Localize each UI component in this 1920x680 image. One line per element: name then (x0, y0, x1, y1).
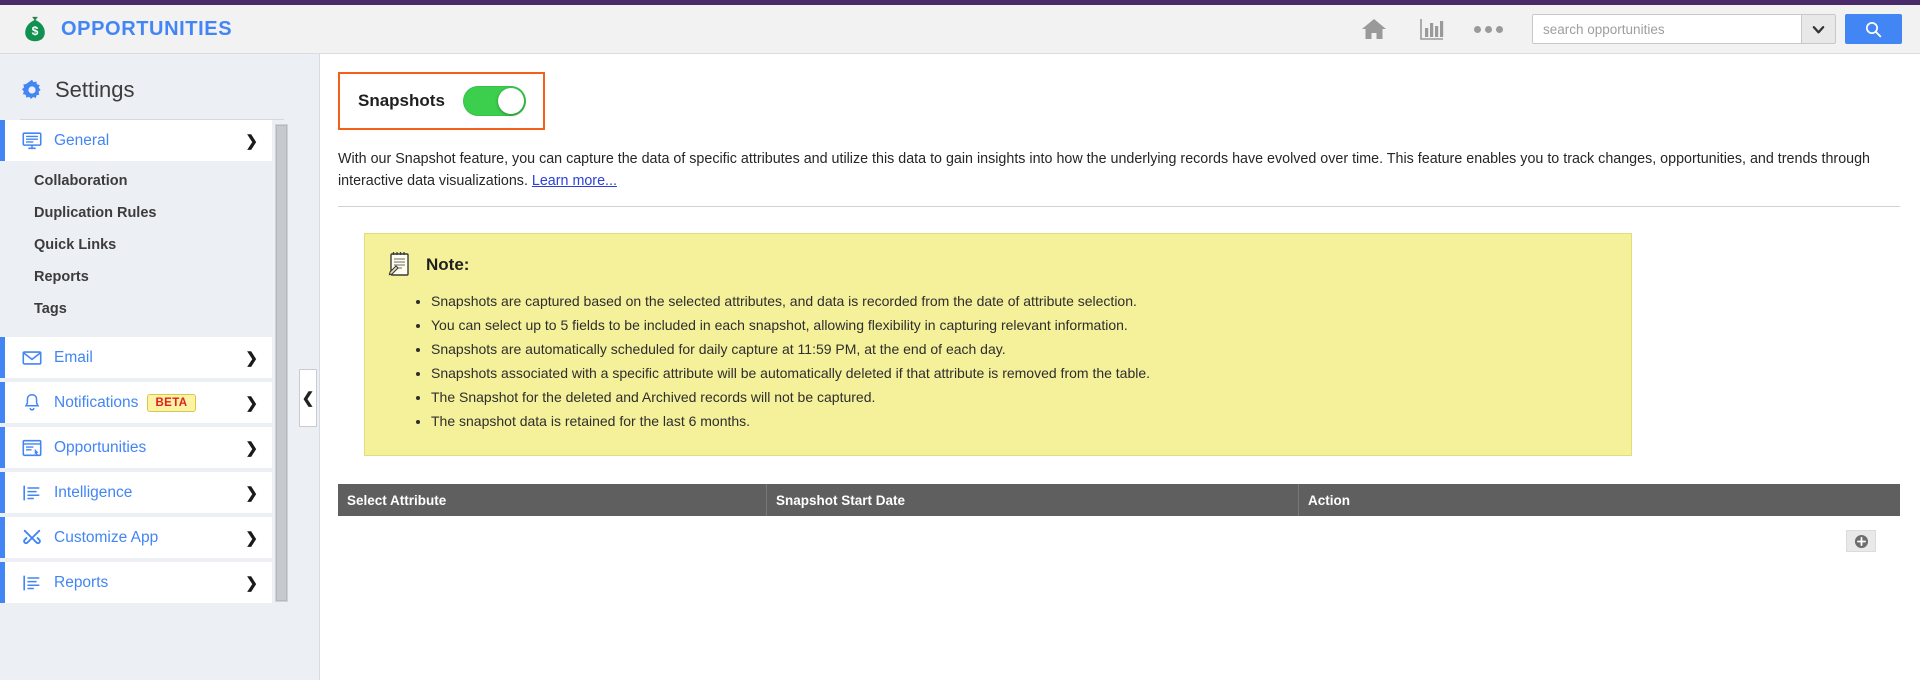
sidebar-item-label: Opportunities (54, 438, 147, 456)
app-title: OPPORTUNITIES (61, 17, 233, 40)
chevron-right-icon: ❯ (245, 394, 258, 412)
dot (1496, 25, 1503, 33)
settings-sidebar: Settings General ❯ Collaboration Duplica… (0, 54, 296, 680)
search-scope-dropdown[interactable] (1801, 15, 1835, 43)
learn-more-link[interactable]: Learn more... (532, 173, 617, 189)
gear-icon (21, 79, 41, 99)
note-bullet: Snapshots are automatically scheduled fo… (431, 339, 1611, 361)
beta-badge: BETA (147, 393, 196, 412)
bar-chart-icon[interactable] (1417, 15, 1445, 43)
body-row: Settings General ❯ Collaboration Duplica… (0, 54, 1920, 680)
note-bullet: Snapshots associated with a specific att… (431, 363, 1611, 385)
brand: $ OPPORTUNITIES (20, 14, 232, 44)
sidebar-item-collaboration[interactable]: Collaboration (0, 165, 272, 197)
sidebar-item-label: Reports (54, 573, 109, 591)
note-bullet: Snapshots are captured based on the sele… (431, 291, 1611, 313)
snapshots-table: Select Attribute Snapshot Start Date Act… (338, 484, 1900, 572)
search-box (1532, 14, 1836, 44)
sidebar-item-label: Intelligence (54, 483, 133, 501)
sidebar-collapse-handle[interactable]: ❮ (299, 369, 317, 427)
envelope-icon (22, 350, 42, 365)
sidebar-scroll-area: General ❯ Collaboration Duplication Rule… (0, 120, 296, 640)
note-bullet-list: Snapshots are captured based on the sele… (431, 291, 1611, 433)
bell-icon (24, 393, 40, 411)
add-snapshot-button[interactable] (1846, 530, 1876, 552)
note-bullet: The snapshot data is retained for the la… (431, 411, 1611, 433)
sidebar-scrollbar-thumb[interactable] (276, 125, 287, 601)
dot (1485, 25, 1492, 33)
search-button[interactable] (1845, 14, 1902, 44)
table-header-row: Select Attribute Snapshot Start Date Act… (338, 484, 1900, 516)
sidebar-list: General ❯ Collaboration Duplication Rule… (0, 120, 296, 603)
sidebar-item-label: Customize App (54, 528, 159, 546)
chevron-right-icon: ❯ (245, 484, 258, 502)
sidebar-item-general[interactable]: General ❯ (0, 120, 272, 161)
snapshots-label: Snapshots (358, 91, 445, 110)
note-header: Note: (387, 250, 1611, 279)
main-content: Snapshots With our Snapshot feature, you… (320, 54, 1920, 680)
sidebar-item-reports-group[interactable]: Reports ❯ (0, 562, 272, 603)
dot (1474, 25, 1481, 33)
chevron-right-icon: ❯ (245, 529, 258, 547)
sidebar-item-notifications[interactable]: Notifications BETA ❯ (0, 382, 272, 423)
sidebar-item-label: Email (54, 348, 93, 366)
list-icon (23, 575, 40, 590)
sidebar-item-intelligence[interactable]: Intelligence ❯ (0, 472, 272, 513)
sidebar-title: Settings (55, 77, 135, 102)
sidebar-header: Settings (0, 54, 296, 119)
chevron-down-icon (1812, 25, 1825, 33)
monitor-icon (22, 131, 42, 149)
list-icon (23, 485, 40, 500)
snapshots-description: With our Snapshot feature, you can captu… (338, 148, 1896, 192)
search-input[interactable] (1533, 15, 1801, 43)
money-bag-icon: $ (25, 16, 45, 42)
column-header-snapshot-start-date: Snapshot Start Date (766, 484, 1298, 516)
sidebar-item-tags[interactable]: Tags (0, 293, 272, 325)
svg-text:$: $ (32, 24, 39, 38)
column-header-select-attribute: Select Attribute (347, 492, 447, 508)
sidebar-item-label: General (54, 131, 110, 149)
table-body (338, 516, 1900, 572)
app-header: $ OPPORTUNITIES (0, 5, 1920, 54)
note-bullet: You can select up to 5 fields to be incl… (431, 315, 1611, 337)
note-box: Note: Snapshots are captured based on th… (364, 233, 1632, 456)
sidebar-item-opportunities[interactable]: Opportunities ❯ (0, 427, 272, 468)
sidebar-item-duplication-rules[interactable]: Duplication Rules (0, 197, 272, 229)
plus-circle-icon (1854, 534, 1868, 548)
sidebar-item-email[interactable]: Email ❯ (0, 337, 272, 378)
note-bullet: The Snapshot for the deleted and Archive… (431, 387, 1611, 409)
sidebar-item-customize-app[interactable]: Customize App ❯ (0, 517, 272, 558)
sidebar-item-reports[interactable]: Reports (0, 261, 272, 293)
header-icon-group (1360, 15, 1503, 43)
more-options-icon[interactable] (1474, 25, 1503, 33)
sidebar-scrollbar[interactable] (275, 124, 288, 602)
search-icon (1865, 21, 1882, 37)
chevron-right-icon: ❯ (245, 132, 258, 150)
chevron-right-icon: ❯ (245, 349, 258, 367)
snapshots-toggle-panel: Snapshots (338, 72, 545, 130)
notepad-icon (388, 252, 409, 276)
content-divider (338, 206, 1900, 207)
tools-icon (23, 529, 41, 544)
chevron-left-icon: ❮ (301, 389, 315, 407)
column-header-action: Action (1298, 484, 1900, 516)
snapshots-toggle[interactable] (462, 86, 526, 116)
opportunity-icon (22, 439, 42, 456)
toggle-knob (497, 88, 524, 114)
home-icon[interactable] (1360, 15, 1388, 43)
chevron-right-icon: ❯ (245, 574, 258, 592)
sidebar-item-label: Notifications (54, 393, 139, 411)
sidebar-item-quick-links[interactable]: Quick Links (0, 229, 272, 261)
chevron-right-icon: ❯ (245, 439, 258, 457)
search-area (1532, 14, 1902, 44)
note-title: Note: (426, 254, 470, 274)
sidebar-collapse-column: ❮ (296, 54, 320, 680)
